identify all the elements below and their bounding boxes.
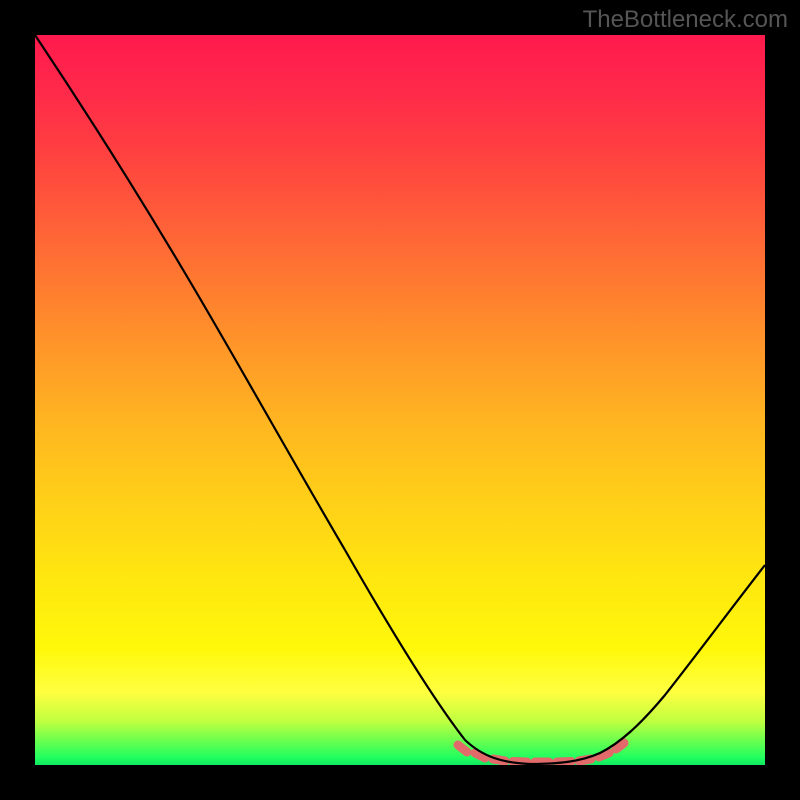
watermark-label: TheBottleneck.com: [583, 6, 788, 34]
plot-area: [35, 35, 765, 765]
chart-container: TheBottleneck.com: [0, 0, 800, 800]
bottleneck-curve: [35, 35, 765, 765]
